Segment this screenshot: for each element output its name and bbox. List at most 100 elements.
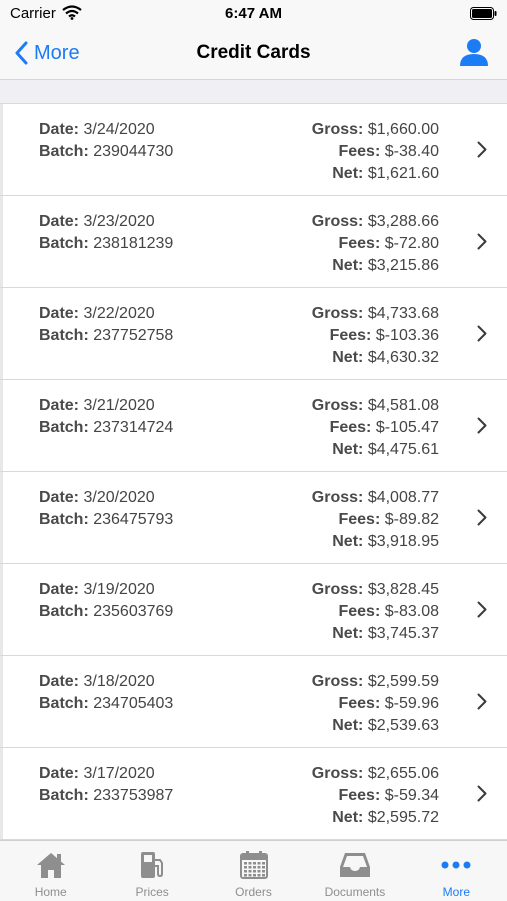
batch-label: Batch: <box>39 235 89 252</box>
fees-label: Fees: <box>338 603 381 620</box>
tab-label: More <box>442 885 470 899</box>
batch-amounts: Gross: $1,660.00 Fees: $-38.40 Net: $1,6… <box>312 119 439 185</box>
gross-amount: $4,008.77 <box>367 489 439 506</box>
gross-label: Gross: <box>311 305 364 322</box>
batch-row[interactable]: Date: 3/24/2020 Batch: 239044730 Gross: … <box>0 104 507 196</box>
tab-label: Orders <box>235 885 272 899</box>
home-icon <box>36 849 66 881</box>
tab-orders[interactable]: Orders <box>203 841 304 901</box>
batch-amounts: Gross: $3,288.66 Fees: $-72.80 Net: $3,2… <box>312 211 439 277</box>
batch-number: 234705403 <box>93 695 174 712</box>
batch-label: Batch: <box>39 787 89 804</box>
date-label: Date: <box>39 765 80 782</box>
batch-label: Batch: <box>39 143 89 160</box>
net-label: Net: <box>332 809 364 826</box>
net-label: Net: <box>332 533 364 550</box>
net-amount: $3,745.37 <box>367 625 439 642</box>
batch-info: Date: 3/17/2020 Batch: 233753987 <box>39 763 173 807</box>
chevron-right-icon <box>477 785 487 807</box>
gross-label: Gross: <box>311 765 364 782</box>
batch-row[interactable]: Date: 3/20/2020 Batch: 236475793 Gross: … <box>0 472 507 564</box>
fees-label: Fees: <box>338 143 381 160</box>
batch-date: 3/20/2020 <box>83 489 155 506</box>
batch-info: Date: 3/18/2020 Batch: 234705403 <box>39 671 173 715</box>
fees-amount: $-103.36 <box>375 327 439 344</box>
batch-number: 233753987 <box>93 787 174 804</box>
gross-amount: $4,581.08 <box>367 397 439 414</box>
batch-label: Batch: <box>39 511 89 528</box>
batch-row[interactable]: Date: 3/17/2020 Batch: 233753987 Gross: … <box>0 748 507 840</box>
batch-row[interactable]: Date: 3/19/2020 Batch: 235603769 Gross: … <box>0 564 507 656</box>
net-label: Net: <box>332 257 364 274</box>
date-label: Date: <box>39 121 80 138</box>
net-amount: $2,595.72 <box>367 809 439 826</box>
page-title: Credit Cards <box>196 42 311 63</box>
date-label: Date: <box>39 397 80 414</box>
batch-label: Batch: <box>39 695 89 712</box>
net-amount: $1,621.60 <box>367 165 439 182</box>
tab-label: Prices <box>135 885 169 899</box>
tab-more[interactable]: More <box>406 841 507 901</box>
batch-amounts: Gross: $4,581.08 Fees: $-105.47 Net: $4,… <box>312 395 439 461</box>
batch-row[interactable]: Date: 3/23/2020 Batch: 238181239 Gross: … <box>0 196 507 288</box>
batch-number: 237752758 <box>93 327 174 344</box>
gross-amount: $2,655.06 <box>367 765 439 782</box>
batch-row[interactable]: Date: 3/21/2020 Batch: 237314724 Gross: … <box>0 380 507 472</box>
batch-info: Date: 3/21/2020 Batch: 237314724 <box>39 395 173 439</box>
chevron-right-icon <box>477 141 487 163</box>
gross-label: Gross: <box>311 397 364 414</box>
status-time: 6:47 AM <box>225 5 282 22</box>
chevron-right-icon <box>477 693 487 715</box>
gross-amount: $2,599.59 <box>367 673 439 690</box>
gross-amount: $3,828.45 <box>367 581 439 598</box>
batch-info: Date: 3/19/2020 Batch: 235603769 <box>39 579 173 623</box>
fees-label: Fees: <box>338 787 381 804</box>
batch-row[interactable]: Date: 3/18/2020 Batch: 234705403 Gross: … <box>0 656 507 748</box>
chevron-right-icon <box>477 417 487 439</box>
batch-number: 237314724 <box>93 419 174 436</box>
fees-label: Fees: <box>338 235 381 252</box>
gross-label: Gross: <box>311 213 364 230</box>
batch-info: Date: 3/22/2020 Batch: 237752758 <box>39 303 173 347</box>
user-icon <box>460 39 488 66</box>
net-label: Net: <box>332 441 364 458</box>
gross-label: Gross: <box>311 121 364 138</box>
chevron-right-icon <box>477 601 487 623</box>
calendar-icon <box>239 849 269 881</box>
fees-amount: $-72.80 <box>384 235 439 252</box>
inbox-tray-icon <box>339 849 371 881</box>
net-label: Net: <box>332 717 364 734</box>
batch-label: Batch: <box>39 419 89 436</box>
batch-number: 238181239 <box>93 235 174 252</box>
date-label: Date: <box>39 305 80 322</box>
gross-amount: $4,733.68 <box>367 305 439 322</box>
fees-label: Fees: <box>329 327 372 344</box>
batch-row[interactable]: Date: 3/22/2020 Batch: 237752758 Gross: … <box>0 288 507 380</box>
navigation-bar: More Credit Cards <box>0 28 507 80</box>
profile-button[interactable] <box>459 38 489 71</box>
battery-icon <box>470 7 497 25</box>
fees-label: Fees: <box>338 511 381 528</box>
batch-date: 3/17/2020 <box>83 765 155 782</box>
fees-amount: $-105.47 <box>375 419 439 436</box>
tab-home[interactable]: Home <box>0 841 101 901</box>
gross-label: Gross: <box>311 673 364 690</box>
fees-amount: $-38.40 <box>384 143 439 160</box>
fuel-pump-icon <box>137 849 167 881</box>
fees-label: Fees: <box>338 695 381 712</box>
batch-date: 3/23/2020 <box>83 213 155 230</box>
batch-amounts: Gross: $4,008.77 Fees: $-89.82 Net: $3,9… <box>312 487 439 553</box>
batch-number: 235603769 <box>93 603 174 620</box>
date-label: Date: <box>39 581 80 598</box>
tab-prices[interactable]: Prices <box>101 841 202 901</box>
fees-amount: $-83.08 <box>384 603 439 620</box>
chevron-right-icon <box>477 325 487 347</box>
credit-card-batch-list[interactable]: Date: 3/24/2020 Batch: 239044730 Gross: … <box>0 103 507 841</box>
date-label: Date: <box>39 489 80 506</box>
gross-label: Gross: <box>311 581 364 598</box>
net-amount: $2,539.63 <box>367 717 439 734</box>
net-amount: $4,630.32 <box>367 349 439 366</box>
tab-documents[interactable]: Documents <box>304 841 405 901</box>
more-dots-icon <box>440 849 472 881</box>
batch-label: Batch: <box>39 603 89 620</box>
